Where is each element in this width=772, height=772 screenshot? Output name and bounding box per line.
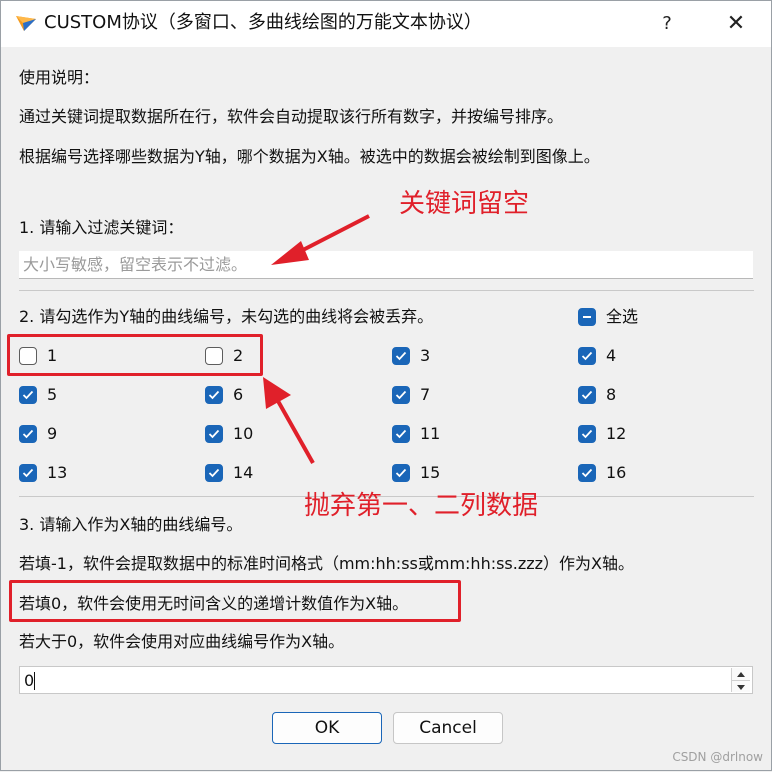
curve-checkbox-label: 12	[606, 424, 627, 443]
curve-checkbox-label: 9	[47, 424, 58, 443]
curve-checkbox-5[interactable]: 5	[19, 384, 57, 406]
checkmark-icon	[19, 464, 37, 482]
curve-checkbox-label: 13	[47, 463, 68, 482]
curve-checkbox-11[interactable]: 11	[392, 423, 440, 445]
select-all-label: 全选	[606, 307, 639, 326]
checkmark-icon	[392, 386, 410, 404]
curve-checkbox-14[interactable]: 14	[205, 462, 253, 484]
annotation-box-zero-note	[9, 580, 461, 622]
curve-checkbox-15[interactable]: 15	[392, 462, 440, 484]
checkmark-icon	[392, 347, 410, 365]
step3-label: 3. 请输入作为X轴的曲线编号。	[19, 515, 243, 534]
checkmark-icon	[578, 347, 596, 365]
annotation-keyword-empty: 关键词留空	[399, 189, 530, 219]
select-all-checkbox[interactable]: 全选	[578, 306, 638, 328]
curve-checkbox-label: 16	[606, 463, 627, 482]
curve-checkbox-3[interactable]: 3	[392, 345, 430, 367]
dialog-window: CUSTOM协议（多窗口、多曲线绘图的万能文本协议） ? ✕ 使用说明： 通过关…	[0, 0, 772, 771]
curve-checkbox-label: 15	[420, 463, 441, 482]
step3-note-1: 若填-1，软件会提取数据中的标准时间格式（mm:hh:ss或mm:hh:ss.z…	[19, 554, 635, 573]
step3-note-3: 若大于0，软件会使用对应曲线编号作为X轴。	[19, 632, 345, 651]
curve-checkbox-10[interactable]: 10	[205, 423, 253, 445]
checkmark-icon	[205, 386, 223, 404]
curve-checkbox-label: 14	[233, 463, 254, 482]
curve-checkbox-label: 8	[606, 385, 617, 404]
arrow-to-columns-box	[263, 377, 315, 464]
paper-plane-icon	[16, 16, 36, 31]
curve-checkbox-label: 4	[606, 346, 617, 365]
curve-checkbox-label: 3	[420, 346, 431, 365]
step1-label: 1. 请输入过滤关键词：	[19, 218, 184, 237]
chevron-down-icon[interactable]	[732, 681, 750, 693]
close-button[interactable]: ✕	[719, 9, 753, 39]
curve-checkbox-6[interactable]: 6	[205, 384, 243, 406]
x-axis-spinbox[interactable]: 0	[19, 666, 753, 694]
checkmark-icon	[205, 425, 223, 443]
partial-check-icon	[578, 308, 596, 326]
checkmark-icon	[392, 425, 410, 443]
curve-checkbox-label: 5	[47, 385, 58, 404]
curve-checkbox-4[interactable]: 4	[578, 345, 616, 367]
text-caret	[34, 672, 35, 690]
curve-checkbox-label: 11	[420, 424, 441, 443]
keyword-filter-input[interactable]	[19, 251, 753, 279]
checkmark-icon	[19, 425, 37, 443]
curve-checkbox-label: 10	[233, 424, 254, 443]
watermark: CSDN @drlnow	[672, 750, 763, 764]
curve-checkbox-7[interactable]: 7	[392, 384, 430, 406]
curve-checkbox-label: 6	[233, 385, 244, 404]
instructions-heading: 使用说明：	[19, 68, 100, 87]
separator-1	[19, 290, 754, 291]
checkmark-icon	[392, 464, 410, 482]
step2-label: 2. 请勾选作为Y轴的曲线编号，未勾选的曲线将会被丢弃。	[19, 307, 434, 326]
curve-checkbox-12[interactable]: 12	[578, 423, 626, 445]
window-title: CUSTOM协议（多窗口、多曲线绘图的万能文本协议）	[44, 12, 482, 33]
curve-checkbox-label: 7	[420, 385, 431, 404]
curve-checkbox-9[interactable]: 9	[19, 423, 57, 445]
curve-checkbox-13[interactable]: 13	[19, 462, 67, 484]
ok-button[interactable]: OK	[272, 712, 382, 744]
x-axis-value: 0	[24, 671, 35, 690]
title-bar[interactable]: CUSTOM协议（多窗口、多曲线绘图的万能文本协议） ? ✕	[1, 1, 771, 47]
annotation-box-columns	[7, 334, 263, 376]
checkmark-icon	[19, 386, 37, 404]
checkmark-icon	[578, 464, 596, 482]
cancel-button[interactable]: Cancel	[393, 712, 503, 744]
help-button[interactable]: ?	[653, 11, 681, 37]
spin-buttons	[731, 668, 750, 692]
checkmark-icon	[578, 425, 596, 443]
curve-checkbox-16[interactable]: 16	[578, 462, 626, 484]
checkmark-icon	[205, 464, 223, 482]
checkmark-icon	[578, 386, 596, 404]
annotation-discard-columns: 抛弃第一、二列数据	[304, 491, 539, 521]
chevron-up-icon[interactable]	[732, 668, 750, 681]
instructions-line-2: 根据编号选择哪些数据为Y轴，哪个数据为X轴。被选中的数据会被绘制到图像上。	[19, 147, 600, 166]
curve-checkbox-8[interactable]: 8	[578, 384, 616, 406]
instructions-line-1: 通过关键词提取数据所在行，软件会自动提取该行所有数字，并按编号排序。	[19, 107, 564, 126]
